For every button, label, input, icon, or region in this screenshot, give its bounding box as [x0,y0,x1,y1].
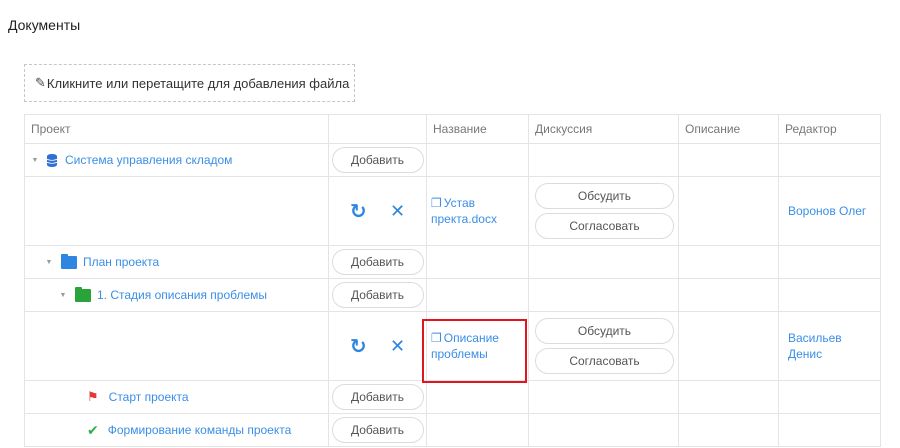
table-row: ✔ Формирование команды проекта Добавить [24,413,881,447]
header-actions [328,114,427,144]
discuss-button[interactable]: Обсудить [535,318,674,344]
tree-item-warehouse-system[interactable]: Система управления складом [65,153,232,167]
file-link-problem-description[interactable]: ❐ Описание проблемы [431,330,528,362]
editor-link-line2[interactable]: Денис [788,346,880,362]
header-editor: Редактор [778,114,881,144]
documents-panel: Документы ✎ Кликните или перетащите для … [0,0,900,448]
add-button[interactable]: Добавить [331,249,424,275]
folder-icon [61,253,77,269]
header-description: Описание [678,114,779,144]
add-button[interactable]: Добавить [331,282,424,308]
header-project: Проект [24,114,329,144]
table-row: ↻ ✕ ❐ Устав пректа.docx Обсудить Согласов… [24,176,881,246]
header-name: Название [426,114,529,144]
tree-item-stage-1[interactable]: 1. Стадия описания проблемы [97,288,267,302]
close-icon[interactable]: ✕ [390,201,405,222]
refresh-icon[interactable]: ↻ [350,199,367,224]
caret-down-icon[interactable]: ▼ [31,156,39,164]
editor-link[interactable]: Воронов Олег [788,204,866,218]
database-icon [47,153,57,167]
tree-item-project-plan[interactable]: План проекта [83,255,159,269]
editor-link[interactable]: Васильев [788,330,880,346]
folder-icon [75,286,91,302]
paperclip-icon: ✎ [35,75,46,90]
tree-item-team-formation[interactable]: Формирование команды проекта [108,423,292,437]
add-button[interactable]: Добавить [331,147,424,173]
table-row: ⚑ Старт проекта Добавить [24,380,881,414]
check-icon: ✔ [87,421,99,438]
close-icon[interactable]: ✕ [390,336,405,357]
approve-button[interactable]: Согласовать [535,213,674,239]
table-row: ▼ План проекта Добавить [24,245,881,279]
add-button[interactable]: Добавить [331,417,424,443]
documents-table: Проект Название Дискуссия Описание Редак… [24,114,881,447]
tree-item-project-start[interactable]: Старт проекта [109,390,189,404]
file-name-line1: Устав [443,196,475,210]
upload-label: Кликните или перетащите для добавления ф… [46,75,350,91]
file-link-charter[interactable]: ❐ Устав пректа.docx [431,195,528,227]
header-discussion: Дискуссия [528,114,679,144]
flag-icon: ⚑ [87,389,99,404]
table-row: ▼ Система управления складом Добавить [24,143,881,177]
add-button[interactable]: Добавить [331,384,424,410]
table-row: ↻ ✕ ❐ Описание проблемы Обсудить Согласов… [24,311,881,381]
discuss-button[interactable]: Обсудить [535,183,674,209]
copy-file-icon: ❐ [431,331,442,345]
file-upload-dropzone[interactable]: ✎ Кликните или перетащите для добавления… [24,64,355,102]
copy-file-icon: ❐ [431,196,442,210]
approve-button[interactable]: Согласовать [535,348,674,374]
file-name-line2: проблемы [431,347,488,361]
file-name-line1: Описание [443,331,499,345]
file-name-line2: пректа.docx [431,212,497,226]
table-row: ▼ 1. Стадия описания проблемы Добавить [24,278,881,312]
caret-down-icon[interactable]: ▼ [45,258,53,266]
refresh-icon[interactable]: ↻ [350,334,367,359]
page-title: Документы [8,17,81,33]
caret-down-icon[interactable]: ▼ [59,291,67,299]
